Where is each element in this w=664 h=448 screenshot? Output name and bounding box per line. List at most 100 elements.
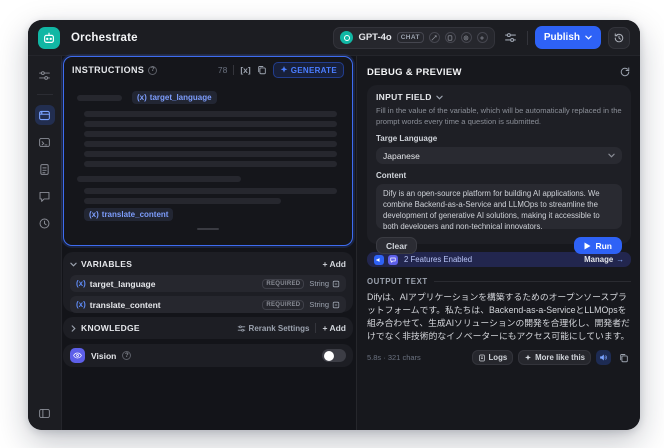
variable-row[interactable]: (x) translate_content REQUIRED String [70,296,346,313]
play-icon [584,242,591,249]
output-header: OUTPUT TEXT [367,277,631,286]
more-like-this-button[interactable]: More like this [518,350,591,366]
model-name: GPT-4o [358,32,392,43]
log-file-icon [478,354,485,361]
output-divider [433,281,631,282]
more-like-this-label: More like this [535,353,585,363]
tools-icon[interactable] [35,65,55,85]
type-settings-icon[interactable] [332,280,340,288]
play-audio-button[interactable] [596,350,611,366]
input-field-card: INPUT FIELD Fill in the value of the var… [367,85,631,254]
conversation-feature-icon [388,254,398,265]
generate-label: GENERATE [290,65,337,75]
model-parameters-icon[interactable] [502,29,520,47]
vision-title: Vision [91,350,117,361]
run-button[interactable]: Run [574,237,622,254]
sidebar-item-orchestrate[interactable] [34,105,55,125]
chat-bubble-icon [390,257,396,263]
variable-row[interactable]: (x) target_language REQUIRED String [70,275,346,292]
knowledge-title: KNOWLEDGE [81,323,140,333]
vision-help-icon[interactable]: ? [122,351,132,360]
app-window: Orchestrate GPT-4o CHAT Publish INSTRUCT… [28,20,640,430]
add-knowledge-button[interactable]: + Add [322,323,346,333]
input-field-title: INPUT FIELD [376,92,432,102]
model-selector[interactable]: GPT-4o CHAT [333,26,495,49]
insert-variable-button[interactable]: [x] [240,65,250,75]
annotation-icon [39,191,50,202]
debug-preview-title: DEBUG & PREVIEW [367,66,462,78]
add-variable-button[interactable]: + Add [322,259,346,269]
copy-icon [619,353,628,362]
variable-type: String [309,300,340,309]
copy-output-button[interactable] [616,350,631,365]
restart-debug-button[interactable] [619,66,631,78]
knowledge-section: KNOWLEDGE Rerank Settings + Add [63,317,353,339]
variables-title: VARIABLES [81,259,133,269]
manage-label: Manage [584,255,614,264]
logs-label: Logs [488,353,508,363]
capability-vision-icon [460,32,472,43]
variable-name: translate_content [89,299,161,310]
input-field-description: Fill in the value of the variable, which… [376,106,622,126]
refresh-icon [620,67,630,77]
content-textarea[interactable]: Dify is an open-source platform for buil… [376,184,622,229]
left-rail [28,56,62,430]
orchestrate-icon [39,110,50,120]
target-language-select[interactable]: Japanese [376,147,622,164]
collapse-input-field-icon [436,95,443,100]
generate-button[interactable]: GENERATE [272,62,344,78]
variable-chip: (x) translate_content [84,208,174,221]
version-history-button[interactable] [608,26,630,49]
vision-toggle[interactable] [322,349,346,362]
input-field-header[interactable]: INPUT FIELD [376,92,622,102]
output-footer: 5.8s · 321 chars Logs More like this [367,350,631,366]
model-provider-icon [340,31,354,44]
rerank-icon [237,324,245,332]
prompt-editor[interactable]: (x) target_language (x) translate_content [64,81,352,233]
sidebar-item-annotations[interactable] [35,186,55,206]
manage-features-button[interactable]: Manage → [584,255,624,264]
variable-type: String [309,279,340,288]
output-text: Difyは、AIアプリケーションを構築するためのオープンソースプラットフォームで… [367,292,630,342]
type-settings-icon[interactable] [332,301,340,309]
model-mode-badge: CHAT [396,32,424,43]
instructions-help-icon[interactable]: ? [148,65,158,75]
features-bar[interactable]: 2 Features Enabled Manage → [367,252,631,267]
page-title: Orchestrate [71,31,138,44]
select-chevron-icon [608,153,615,158]
publish-label: Publish [543,32,580,43]
collapse-variables-icon[interactable] [70,262,77,267]
content-label: Content [376,171,407,180]
topbar-divider [526,30,528,45]
vision-section: Vision ? [63,344,353,367]
required-badge: REQUIRED [262,299,305,310]
rerank-settings-button[interactable]: Rerank Settings [237,324,309,333]
publish-button[interactable]: Publish [534,26,601,49]
variable-token: (x) [76,279,86,288]
copy-prompt-button[interactable] [257,65,267,75]
sidebar-item-logs[interactable] [35,159,55,179]
instructions-panel: INSTRUCTIONS ? 78 [x] GENERATE (x) targe… [63,56,353,246]
target-language-label: Targe Language [376,134,438,143]
eye-icon [73,352,82,359]
output-title: OUTPUT TEXT [367,277,428,286]
expand-knowledge-icon[interactable] [71,324,76,332]
run-label: Run [595,240,612,251]
variables-section: VARIABLES + Add (x) target_language REQU… [63,252,353,313]
clear-button[interactable]: Clear [376,237,418,254]
chevron-down-icon [585,35,592,40]
sidebar-item-monitoring[interactable] [35,213,55,233]
debug-preview-panel: DEBUG & PREVIEW INPUT FIELD Fill in the … [356,56,640,430]
variable-token: (x) [76,300,86,309]
logs-icon [40,163,49,175]
logs-button[interactable]: Logs [471,350,514,366]
rail-divider [36,94,53,95]
target-language-value: Japanese [383,150,420,161]
app-logo[interactable] [38,26,60,49]
required-badge: REQUIRED [262,278,305,289]
terminal-icon [39,137,50,147]
collapse-sidebar-icon[interactable] [35,403,55,423]
resize-handle[interactable] [197,227,219,230]
instructions-title: INSTRUCTIONS [72,65,145,75]
sidebar-item-playground[interactable] [35,132,55,152]
